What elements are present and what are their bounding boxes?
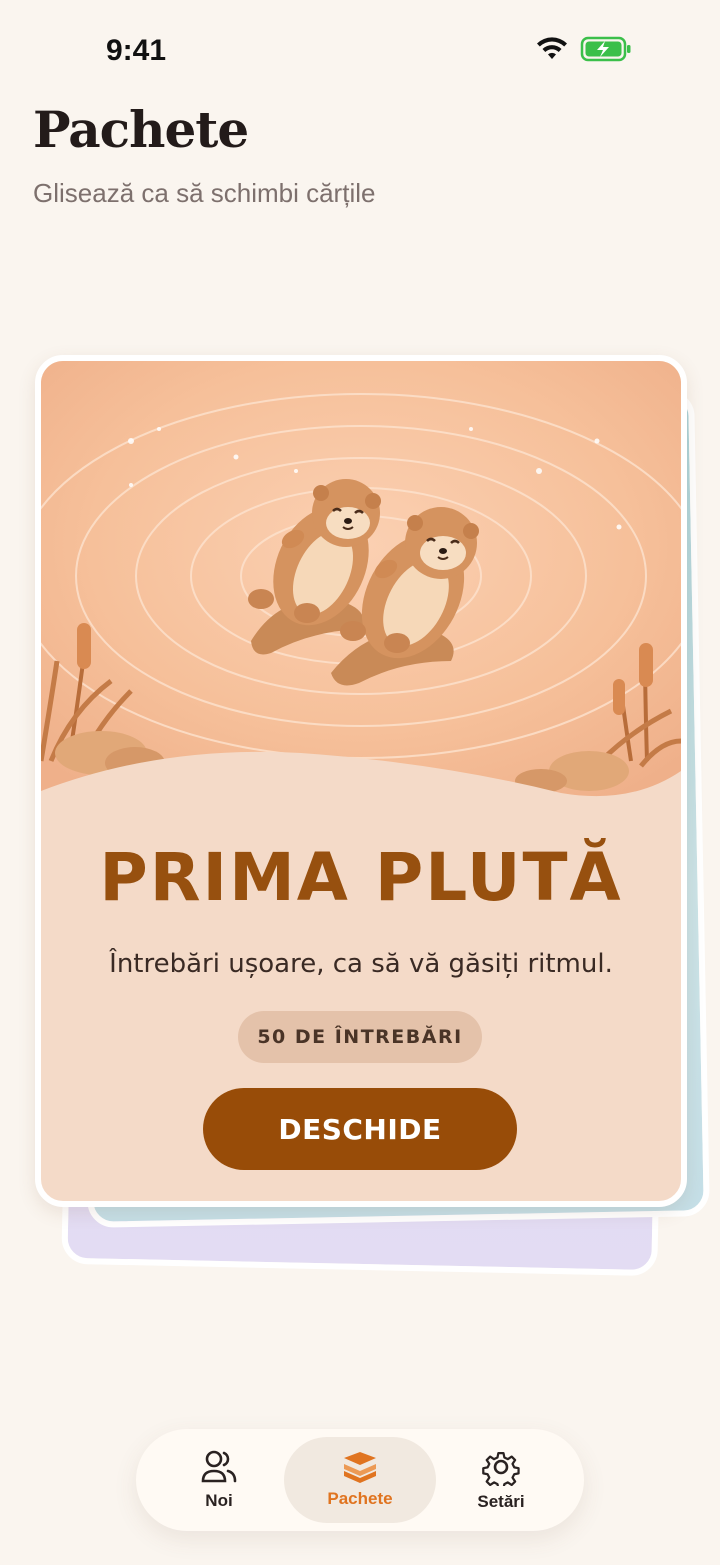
question-count-badge: 50 DE ÎNTREBĂRI [238,1011,482,1063]
people-icon [201,1450,237,1483]
otters-illustration [41,361,681,801]
nav-item-setari[interactable]: Setări [428,1437,574,1523]
wifi-icon [537,37,567,59]
battery-charging-icon [580,36,631,62]
nav-item-noi[interactable]: Noi [146,1437,292,1523]
page-title: Pachete [33,100,249,159]
nav-label-pachete: Pachete [327,1489,393,1508]
status-icons [536,36,632,62]
gear-icon [482,1452,520,1486]
layers-icon [344,1452,376,1483]
deck-title: PRIMA PLUTĂ [99,839,623,916]
nav-item-pachete[interactable]: Pachete [284,1437,436,1523]
page-subtitle: Glisează ca să schimbi cărțile [33,178,376,208]
deck-description: Întrebări ușoare, ca să vă găsiți ritmul… [109,949,613,979]
status-time: 9:41 [106,34,167,67]
bottom-nav: Noi Pachete Setări [136,1429,584,1531]
screen: 9:41 Pachete Glisează ca să schimbi cărț… [0,0,720,1565]
nav-label-setari: Setări [477,1492,525,1511]
nav-label-noi: Noi [205,1491,233,1510]
open-deck-button[interactable]: DESCHIDE [203,1088,517,1170]
deck-card[interactable]: PRIMA PLUTĂ Întrebări ușoare, ca să vă g… [35,355,687,1207]
